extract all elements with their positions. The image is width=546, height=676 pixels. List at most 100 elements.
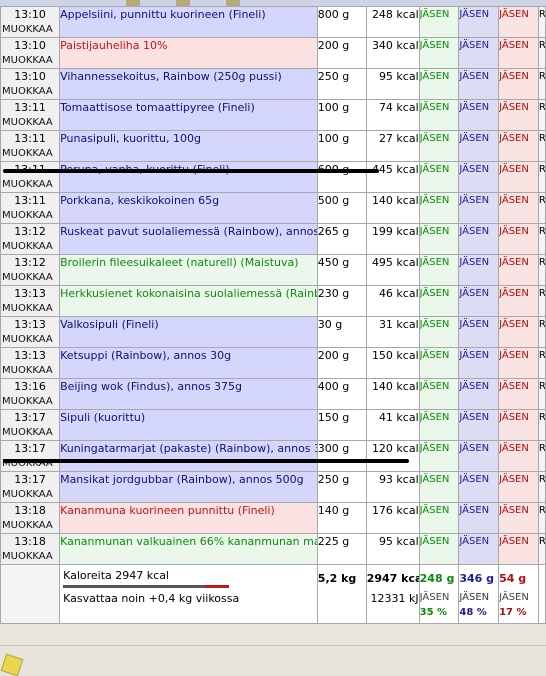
food-name[interactable]: Broilerin fileesuikaleet (naturell) (Mai… <box>59 254 318 286</box>
extra-cell: R <box>537 37 546 69</box>
food-name[interactable]: Peruna, vanha, kuorittu (Fineli) <box>59 161 318 193</box>
member-3-cell[interactable]: JÄSEN <box>498 409 539 441</box>
member-2-cell[interactable]: JÄSEN <box>458 471 500 503</box>
member-2-cell[interactable]: JÄSEN <box>458 37 500 69</box>
member-2-cell[interactable]: JÄSEN <box>458 285 500 317</box>
member-1-cell[interactable]: JÄSEN <box>418 130 460 162</box>
food-amount: 200 g <box>316 347 367 379</box>
member-1-cell[interactable]: JÄSEN <box>418 223 460 255</box>
food-name[interactable]: Sipuli (kuorittu) <box>59 409 318 441</box>
member-2-cell[interactable]: JÄSEN <box>458 378 500 410</box>
member-1-cell[interactable]: JÄSEN <box>418 68 460 100</box>
edit-link[interactable]: MUOKKAA <box>2 84 59 99</box>
member-3-cell[interactable]: JÄSEN <box>498 285 539 317</box>
member-1-cell[interactable]: JÄSEN <box>418 347 460 379</box>
food-name[interactable]: Paistijauheliha 10% <box>59 37 318 69</box>
member-3-cell[interactable]: JÄSEN <box>498 37 539 69</box>
member-2-cell[interactable]: JÄSEN <box>458 99 500 131</box>
food-name[interactable]: Herkkusienet kokonaisina suolaliemessä (… <box>59 285 318 317</box>
member-1-cell[interactable]: JÄSEN <box>418 161 460 193</box>
entry-time: 13:17 <box>14 473 46 486</box>
edit-link[interactable]: MUOKKAA <box>2 239 59 254</box>
member-1-cell[interactable]: JÄSEN <box>418 378 460 410</box>
member-2-cell[interactable]: JÄSEN <box>458 254 500 286</box>
member-1-cell[interactable]: JÄSEN <box>418 471 460 503</box>
edit-link[interactable]: MUOKKAA <box>2 208 59 223</box>
member-1-cell[interactable]: JÄSEN <box>418 99 460 131</box>
member-1-cell[interactable]: JÄSEN <box>418 409 460 441</box>
food-name[interactable]: Valkosipuli (Fineli) <box>59 316 318 348</box>
food-amount: 100 g <box>316 130 367 162</box>
member-3-cell[interactable]: JÄSEN <box>498 99 539 131</box>
member-3-cell[interactable]: JÄSEN <box>498 440 539 472</box>
food-name[interactable]: Tomaattisose tomaattipyree (Fineli) <box>59 99 318 131</box>
member-2-cell[interactable]: JÄSEN <box>458 192 500 224</box>
edit-link[interactable]: MUOKKAA <box>2 146 59 161</box>
member-2-cell[interactable]: JÄSEN <box>458 316 500 348</box>
food-name[interactable]: Kuningatarmarjat (pakaste) (Rainbow), an… <box>59 440 318 472</box>
edit-link[interactable]: MUOKKAA <box>2 487 59 502</box>
member-2-cell[interactable]: JÄSEN <box>458 533 500 565</box>
member-3-cell[interactable]: JÄSEN <box>498 347 539 379</box>
edit-link[interactable]: MUOKKAA <box>2 301 59 316</box>
food-name[interactable]: Kananmunan valkuainen 66% kananmunan mas… <box>59 533 318 565</box>
member-3-cell[interactable]: JÄSEN <box>498 68 539 100</box>
member-3-cell[interactable]: JÄSEN <box>498 130 539 162</box>
member-1-cell[interactable]: JÄSEN <box>418 285 460 317</box>
member-3-cell[interactable]: JÄSEN <box>498 378 539 410</box>
member-3-cell[interactable]: JÄSEN <box>498 254 539 286</box>
member-2-cell[interactable]: JÄSEN <box>458 6 500 38</box>
member-2-cell[interactable]: JÄSEN <box>458 130 500 162</box>
member-3-cell[interactable]: JÄSEN <box>498 161 539 193</box>
edit-link[interactable]: MUOKKAA <box>2 115 59 130</box>
member-2-cell[interactable]: JÄSEN <box>458 223 500 255</box>
member-1-cell[interactable]: JÄSEN <box>418 37 460 69</box>
food-name[interactable]: Mansikat jordgubbar (Rainbow), annos 500… <box>59 471 318 503</box>
food-row: 13:11 MUOKKAA Tomaattisose tomaattipyree (… <box>0 99 546 131</box>
food-kcal: 95 kcal <box>365 533 420 565</box>
member-2-cell[interactable]: JÄSEN <box>458 502 500 534</box>
member-1-cell[interactable]: JÄSEN <box>418 502 460 534</box>
food-name[interactable]: Ketsuppi (Rainbow), annos 30g <box>59 347 318 379</box>
member-3-cell[interactable]: JÄSEN <box>498 223 539 255</box>
member-1-cell[interactable]: JÄSEN <box>418 254 460 286</box>
member-1-cell[interactable]: JÄSEN <box>418 192 460 224</box>
food-name[interactable]: Punasipuli, kuorittu, 100g <box>59 130 318 162</box>
summary-m2-cell: 346 g JÄSEN 48 % <box>458 564 500 624</box>
entry-time: 13:10 <box>14 70 46 83</box>
food-name[interactable]: Porkkana, keskikokoinen 65g <box>59 192 318 224</box>
edit-link[interactable]: MUOKKAA <box>2 270 59 285</box>
member-3-cell[interactable]: JÄSEN <box>498 533 539 565</box>
member-3-cell[interactable]: JÄSEN <box>498 192 539 224</box>
food-name[interactable]: Appelsiini, punnittu kuorineen (Fineli) <box>59 6 318 38</box>
member-2-cell[interactable]: JÄSEN <box>458 347 500 379</box>
edit-link[interactable]: MUOKKAA <box>2 22 59 37</box>
member-2-cell[interactable]: JÄSEN <box>458 68 500 100</box>
member-2-cell[interactable]: JÄSEN <box>458 161 500 193</box>
edit-link[interactable]: MUOKKAA <box>2 518 59 533</box>
food-name[interactable]: Beijing wok (Findus), annos 375g <box>59 378 318 410</box>
food-kcal: 199 kcal <box>365 223 420 255</box>
food-name[interactable]: Kananmuna kuorineen punnittu (Fineli) <box>59 502 318 534</box>
entry-time: 13:18 <box>14 504 46 517</box>
member-1-cell[interactable]: JÄSEN <box>418 316 460 348</box>
member-3-cell[interactable]: JÄSEN <box>498 502 539 534</box>
edit-link[interactable]: MUOKKAA <box>2 363 59 378</box>
member-3-cell[interactable]: JÄSEN <box>498 6 539 38</box>
member-3-cell[interactable]: JÄSEN <box>498 471 539 503</box>
food-name[interactable]: Ruskeat pavut suolaliemessä (Rainbow), a… <box>59 223 318 255</box>
note-icon[interactable] <box>0 653 24 676</box>
member-2-cell[interactable]: JÄSEN <box>458 409 500 441</box>
food-name[interactable]: Vihannessekoitus, Rainbow (250g pussi) <box>59 68 318 100</box>
edit-link[interactable]: MUOKKAA <box>2 332 59 347</box>
edit-link[interactable]: MUOKKAA <box>2 177 59 192</box>
edit-link[interactable]: MUOKKAA <box>2 53 59 68</box>
edit-link[interactable]: MUOKKAA <box>2 394 59 409</box>
member-2-cell[interactable]: JÄSEN <box>458 440 500 472</box>
edit-link[interactable]: MUOKKAA <box>2 425 59 440</box>
member-3-cell[interactable]: JÄSEN <box>498 316 539 348</box>
edit-link[interactable]: MUOKKAA <box>2 549 59 564</box>
member-1-cell[interactable]: JÄSEN <box>418 533 460 565</box>
member-1-cell[interactable]: JÄSEN <box>418 6 460 38</box>
member-1-cell[interactable]: JÄSEN <box>418 440 460 472</box>
